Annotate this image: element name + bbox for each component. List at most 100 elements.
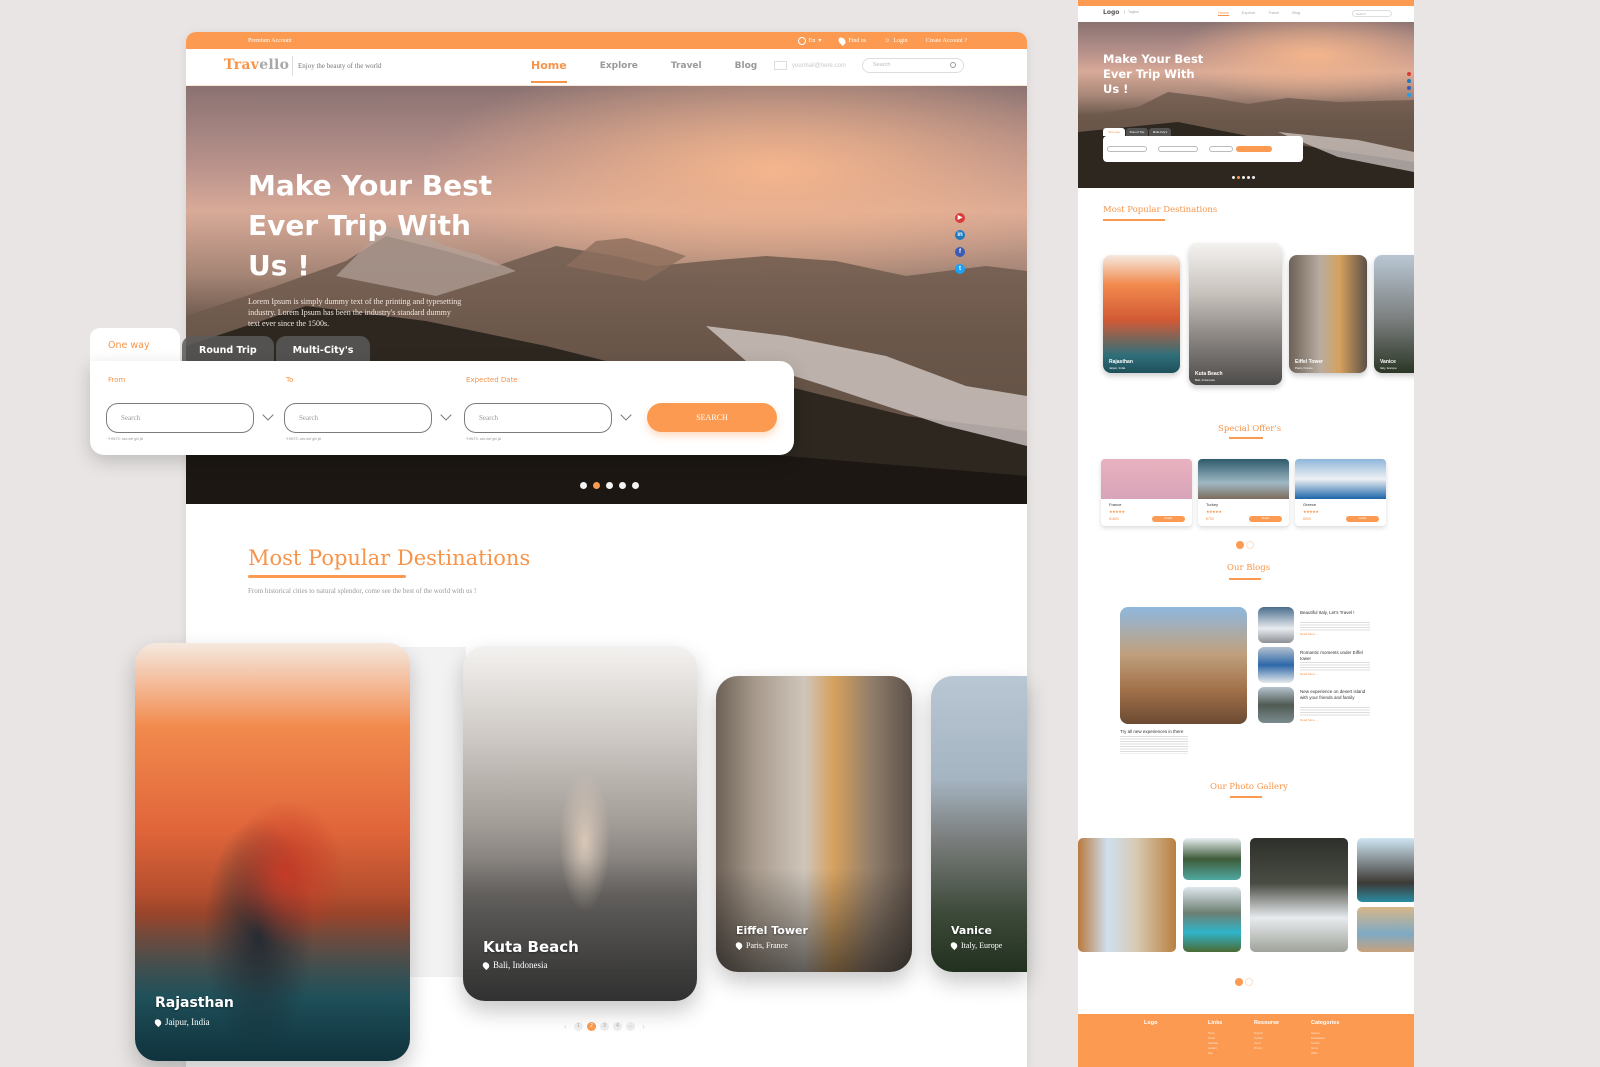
slide-dot[interactable]: [606, 482, 613, 489]
preview-input: [1158, 146, 1198, 152]
search-input[interactable]: Search: [862, 58, 964, 73]
read-more-link: Read More →: [1300, 718, 1319, 722]
twitter-icon: [1407, 93, 1411, 97]
section-title-popular: Most Popular Destinations: [248, 546, 531, 570]
preview-search-button: [1236, 146, 1272, 152]
language-selector[interactable]: En ▾: [797, 36, 821, 45]
offer-price: $1800: [1109, 517, 1119, 521]
blog-featured-image: [1120, 607, 1247, 724]
envelope-icon: [774, 61, 787, 70]
location-pin-icon: [949, 940, 959, 951]
preview-tab: Round Trip: [1126, 128, 1148, 136]
card-title: Vanice: [951, 924, 992, 937]
slide-dot-active[interactable]: [593, 482, 600, 489]
location-pin-icon: [481, 960, 491, 970]
gallery-dot-active: [1235, 978, 1243, 986]
details-button: Details: [1152, 516, 1185, 522]
page-ellipsis[interactable]: ...: [626, 1022, 635, 1031]
preview-nav-home: Home: [1218, 10, 1229, 16]
page-button[interactable]: 4: [613, 1022, 622, 1031]
preview-popular-title: Most Popular Destinations: [1103, 205, 1218, 215]
slide-dot[interactable]: [619, 482, 626, 489]
preview-input: [1209, 146, 1233, 152]
tab-one-way[interactable]: One way: [90, 328, 180, 364]
logo[interactable]: Travello: [224, 57, 289, 73]
offer-image: [1101, 459, 1192, 499]
nav-home[interactable]: Home: [531, 49, 567, 86]
footer-link: Destinations: [1311, 1037, 1325, 1040]
linkedin-icon: [1407, 79, 1411, 83]
section-subtitle-popular: From historical cities to natural splend…: [248, 587, 477, 595]
premium-account-link[interactable]: Premium Account: [248, 38, 292, 44]
preview-tabs: One way Round Trip Multi-City's: [1103, 128, 1171, 136]
footer-link: Support: [1254, 1032, 1263, 1035]
chevron-down-icon[interactable]: [620, 409, 632, 421]
title-underline: [248, 575, 406, 578]
slide-dot: [1242, 176, 1245, 179]
create-account-link[interactable]: Create Account ?: [926, 38, 967, 44]
prev-page-button[interactable]: ‹: [561, 1022, 570, 1031]
blog-featured-text: [1120, 736, 1188, 754]
page-button[interactable]: 1: [574, 1022, 583, 1031]
offer-card-turkey: Turkey ★★★★★ $700 Details: [1198, 459, 1289, 526]
blog-post-title: Romantic moments under Eiffel tower: [1300, 650, 1363, 661]
footer-link: Privacy: [1254, 1047, 1263, 1050]
blog-thumb: [1258, 647, 1294, 683]
slide-dot: [1232, 176, 1235, 179]
gallery-photo: [1357, 838, 1414, 902]
twitter-icon[interactable]: t: [955, 264, 965, 274]
card-location: Bali, Indonesia: [481, 960, 548, 970]
card-title: Eiffel Tower: [736, 924, 808, 937]
slide-dot: [1247, 176, 1250, 179]
destination-card-kuta-beach[interactable]: Kuta Beach Bali, Indonesia: [463, 646, 697, 1001]
preview-menu: Home Explore Travel Blog: [1218, 10, 1300, 16]
destination-card-vanice[interactable]: Vanice Italy, Europe: [931, 676, 1027, 972]
nav-blog[interactable]: Blog: [735, 49, 758, 86]
newsletter-email[interactable]: yourmail@here.com: [774, 61, 846, 70]
card-title: Rajasthan: [155, 995, 234, 1011]
facebook-icon[interactable]: f: [955, 247, 965, 257]
search-icon[interactable]: [950, 62, 956, 68]
offer-card-greece: Greece ★★★★★ $900 Details: [1295, 459, 1386, 526]
search-button[interactable]: SEARCH: [647, 403, 777, 432]
from-input[interactable]: Search: [106, 403, 254, 433]
read-more-link: Read More →: [1300, 632, 1319, 636]
preview-footer: Logo Links Resourse Categories Home Trav…: [1078, 1014, 1414, 1067]
preview-tagline: Tagline: [1124, 10, 1139, 14]
read-more-link: Read More →: [1300, 672, 1319, 676]
chevron-down-icon[interactable]: [262, 409, 274, 421]
slide-dot[interactable]: [632, 482, 639, 489]
offer-card-france: France ★★★★★ $1800 Details: [1101, 459, 1192, 526]
preview-social: [1407, 72, 1411, 97]
nav-travel[interactable]: Travel: [671, 49, 702, 86]
linkedin-icon[interactable]: in: [955, 230, 965, 240]
page-button[interactable]: 3: [600, 1022, 609, 1031]
nav-explore[interactable]: Explore: [600, 49, 638, 86]
date-hint: *HINTS: abc def ghi jkl: [466, 437, 502, 441]
page-button-active[interactable]: 2: [587, 1022, 596, 1031]
gallery-photo: [1078, 838, 1176, 952]
tab-multi-city[interactable]: Multi-City's: [275, 336, 371, 364]
offers-dot-active: [1236, 541, 1244, 549]
card-location: Paris, France: [734, 940, 788, 951]
preview-nav-blog: Blog: [1292, 10, 1301, 15]
slide-dot[interactable]: [580, 482, 587, 489]
youtube-icon[interactable]: ▶: [955, 213, 965, 223]
destination-card-eiffel-tower[interactable]: Eiffel Tower Paris, France: [716, 676, 912, 972]
gallery-photo: [1250, 838, 1348, 952]
login-link[interactable]: ☺ Login: [884, 38, 907, 44]
date-input[interactable]: Search: [464, 403, 612, 433]
preview-hero: Make Your Best Ever Trip With Us ! One w…: [1078, 22, 1414, 188]
to-input[interactable]: Search: [284, 403, 432, 433]
find-us-link[interactable]: Find us: [837, 35, 866, 46]
rating-stars: ★★★★★: [1109, 509, 1125, 514]
preview-navbar: Logo Tagline Home Explore Travel Blog Se…: [1078, 6, 1414, 22]
chevron-down-icon[interactable]: [440, 409, 452, 421]
destination-card-rajasthan[interactable]: Rajasthan Jaipur, India: [135, 643, 410, 1061]
next-page-button[interactable]: ›: [639, 1022, 648, 1031]
footer-link: Home: [1208, 1032, 1215, 1035]
footer-link: Faq: [1208, 1052, 1213, 1055]
tagline: Enjoy the beauty of the world: [292, 56, 381, 76]
date-label: Expected Date: [466, 376, 518, 384]
tab-round-trip[interactable]: Round Trip: [182, 336, 274, 364]
